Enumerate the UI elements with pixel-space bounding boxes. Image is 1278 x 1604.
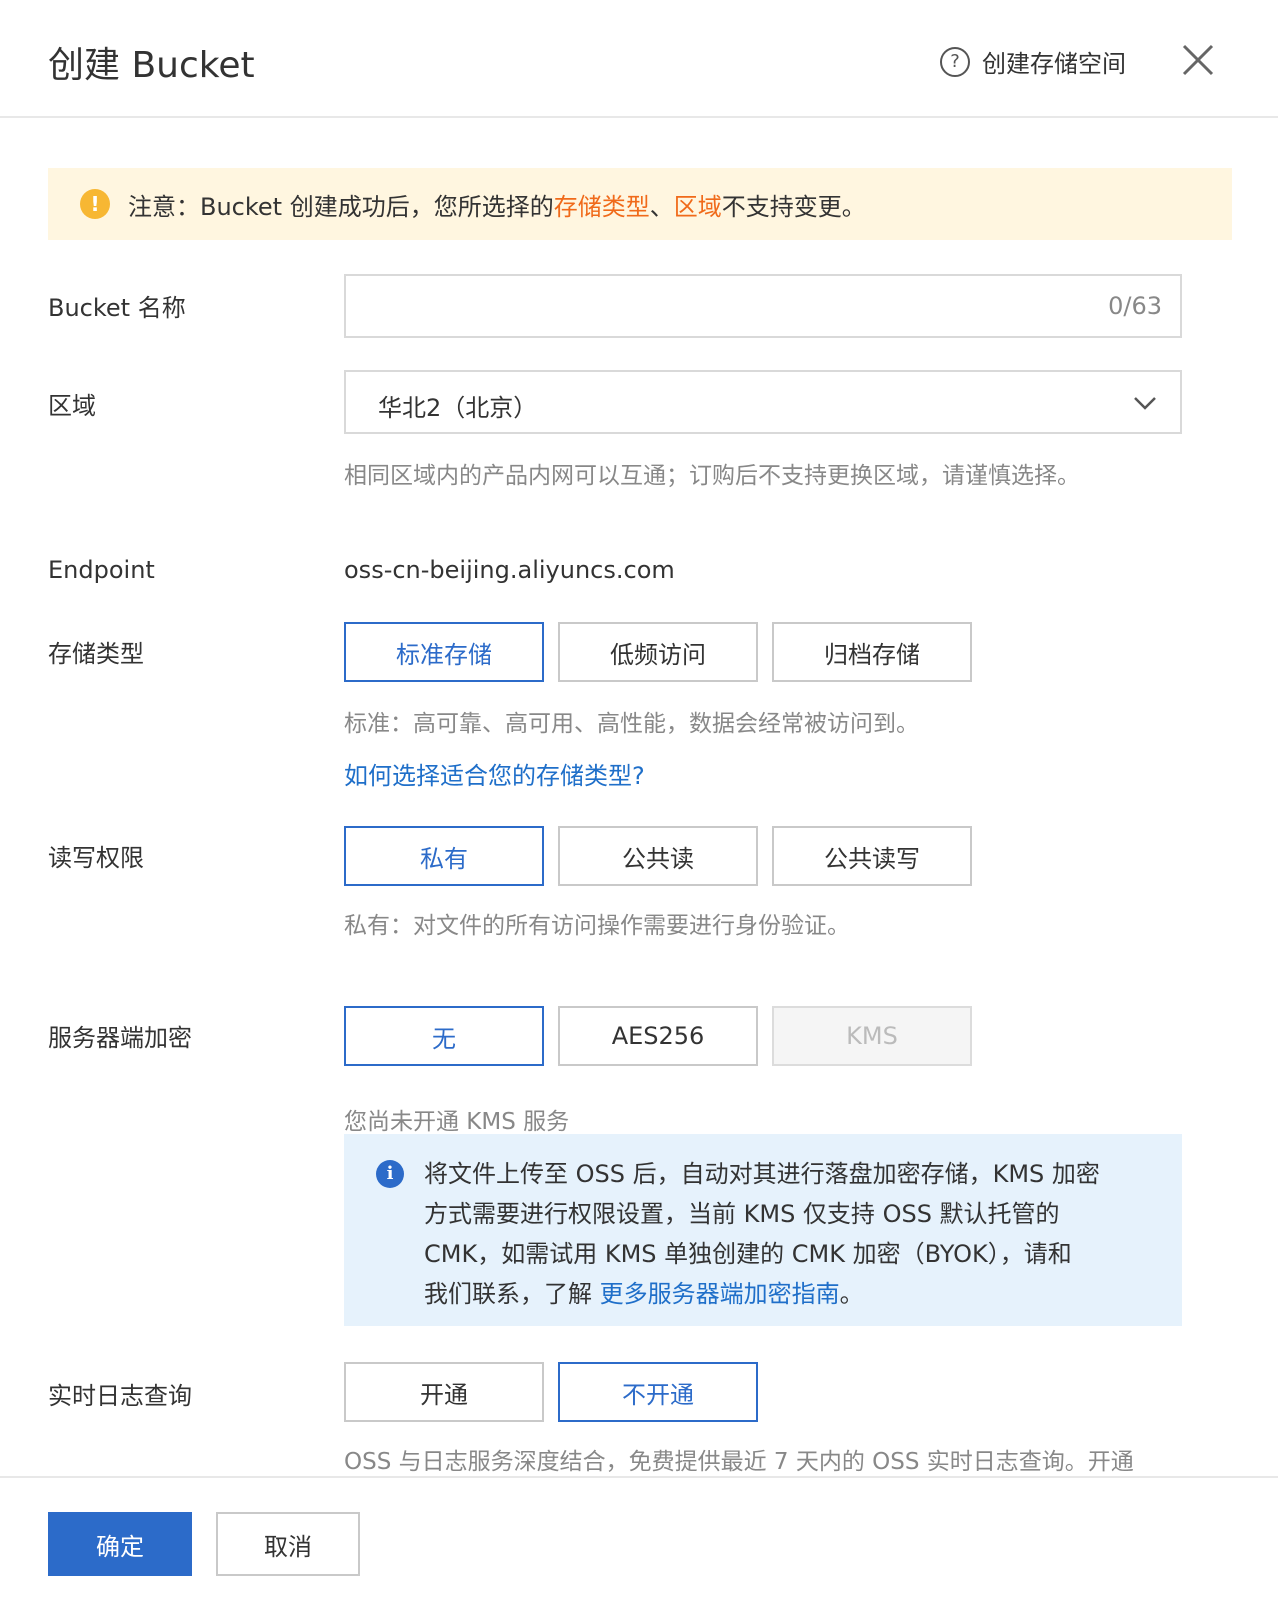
info-last-prefix: 我们联系，了解 [424,1280,600,1308]
create-bucket-dialog: 创建 Bucket ? 创建存储空间 ! 注意：Bucket 创建成功后，您所选… [0,0,1278,1604]
info-last-suffix: 。 [839,1280,864,1308]
region-label: 区域 [48,392,96,420]
acl-public-read-write-option[interactable]: 公共读写 [772,826,972,886]
storage-class-help-link[interactable]: 如何选择适合您的存储类型? [344,756,645,791]
region-select[interactable]: 华北2（北京） [344,370,1182,434]
help-link[interactable]: ? 创建存储空间 [940,44,1126,79]
acl-label: 读写权限 [48,844,144,872]
question-circle-icon: ? [940,46,970,77]
encryption-aes256-option[interactable]: AES256 [558,1006,758,1066]
encryption-kms-option: KMS [772,1006,972,1066]
info-icon: i [376,1160,404,1188]
acl-public-read-option[interactable]: 公共读 [558,826,758,886]
warning-notice: ! 注意：Bucket 创建成功后，您所选择的 存储类型、区域 不支持变更。 [48,168,1232,240]
notice-storage-type: 存储类型 [553,192,650,221]
notice-region: 区域 [673,192,722,221]
encryption-guide-link[interactable]: 更多服务器端加密指南 [600,1280,840,1308]
char-counter: 0/63 [1108,292,1162,320]
info-line-3: CMK，如需试用 KMS 单独创建的 CMK 加密（BYOK），请和 [424,1240,1072,1268]
notice-suffix: 不支持变更。 [721,192,866,221]
exclamation-icon: ! [80,189,110,219]
encryption-info-box: i 将文件上传至 OSS 后，自动对其进行落盘加密存储，KMS 加密 方式需要进… [344,1134,1182,1326]
realtime-log-hint: OSS 与日志服务深度结合，免费提供最近 7 天内的 OSS 实时日志查询。开通 [344,1449,1134,1475]
realtime-log-enable-option[interactable]: 开通 [344,1362,544,1422]
realtime-log-label: 实时日志查询 [48,1382,192,1410]
notice-separator: 、 [649,192,674,221]
storage-ia-option[interactable]: 低频访问 [558,622,758,682]
dialog-footer: 确定 取消 [0,1476,1278,1604]
chevron-down-icon [1134,397,1156,410]
info-line-1: 将文件上传至 OSS 后，自动对其进行落盘加密存储，KMS 加密 [424,1160,1100,1188]
bucket-name-label: Bucket 名称 [48,294,186,322]
close-icon[interactable] [1180,42,1216,78]
dialog-title: 创建 Bucket [48,45,255,86]
storage-archive-option[interactable]: 归档存储 [772,622,972,682]
region-value: 华北2（北京） [378,394,538,422]
confirm-button[interactable]: 确定 [48,1512,192,1576]
encryption-none-option[interactable]: 无 [344,1006,544,1066]
info-line-2: 方式需要进行权限设置，当前 KMS 仅支持 OSS 默认托管的 [424,1200,1060,1228]
cancel-button[interactable]: 取消 [216,1512,360,1576]
help-label: 创建存储空间 [982,50,1126,78]
storage-class-hint: 标准：高可靠、高可用、高性能，数据会经常被访问到。 [344,711,919,737]
kms-hint: 您尚未开通 KMS 服务 [344,1109,570,1135]
acl-private-option[interactable]: 私有 [344,826,544,886]
info-line-4: 我们联系，了解 更多服务器端加密指南。 [424,1274,1122,1314]
storage-class-label: 存储类型 [48,640,144,668]
bucket-name-input[interactable]: 0/63 [344,274,1182,338]
acl-hint: 私有：对文件的所有访问操作需要进行身份验证。 [344,913,850,939]
region-hint: 相同区域内的产品内网可以互通；订购后不支持更换区域，请谨慎选择。 [344,463,1080,489]
endpoint-value: oss-cn-beijing.aliyuncs.com [344,556,675,584]
realtime-log-disable-option[interactable]: 不开通 [558,1362,758,1422]
dialog-header: 创建 Bucket ? 创建存储空间 [0,0,1278,118]
storage-standard-option[interactable]: 标准存储 [344,622,544,682]
encryption-label: 服务器端加密 [48,1024,192,1052]
endpoint-label: Endpoint [48,556,155,584]
notice-prefix: 注意：Bucket 创建成功后，您所选择的 [128,192,554,221]
